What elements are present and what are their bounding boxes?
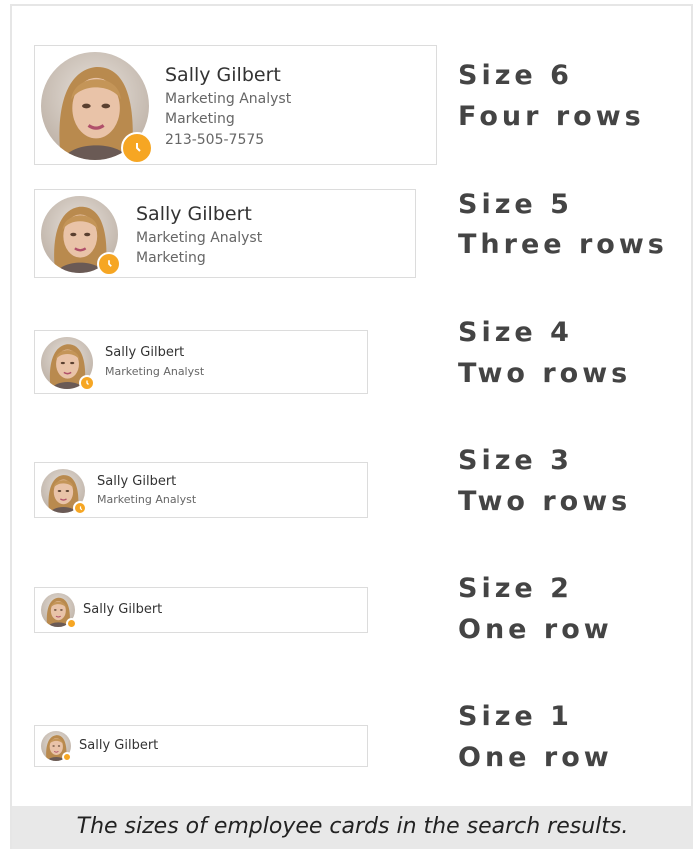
rows-label: Four rows (458, 101, 645, 132)
rows-label: One row (458, 614, 613, 645)
avatar (41, 731, 72, 762)
employee-name: Sally Gilbert (79, 738, 159, 753)
employee-title: Marketing Analyst (105, 365, 205, 378)
rows-label: Three rows (458, 229, 668, 260)
caption-bar: The sizes of employee cards in the searc… (12, 806, 693, 849)
presence-badge (73, 501, 87, 515)
employee-name: Sally Gilbert (83, 602, 163, 617)
employee-card-size-4[interactable]: Sally Gilbert Marketing Analyst (34, 330, 368, 394)
rows-label: One row (458, 742, 613, 773)
employee-name: Sally Gilbert (97, 474, 177, 489)
avatar (41, 337, 95, 391)
presence-badge (66, 618, 77, 629)
avatar (41, 52, 153, 164)
employee-department: Marketing (165, 111, 235, 127)
rows-label: Two rows (458, 486, 632, 517)
employee-department: Marketing (136, 250, 206, 266)
clock-icon (79, 505, 82, 510)
employee-card-size-1[interactable]: Sally Gilbert (34, 725, 368, 767)
avatar (41, 593, 77, 629)
rows-label: Two rows (458, 358, 632, 389)
employee-phone[interactable]: 213-505-7575 (165, 132, 264, 148)
size-label: Size 6 (458, 60, 573, 91)
size-label: Size 5 (458, 189, 573, 220)
size-label: Size 4 (458, 317, 573, 348)
avatar (41, 469, 87, 515)
presence-badge (62, 752, 72, 762)
employee-title: Marketing Analyst (136, 230, 263, 246)
employee-name: Sally Gilbert (136, 203, 252, 225)
employee-card-size-3[interactable]: Sally Gilbert Marketing Analyst (34, 462, 368, 518)
employee-title: Marketing Analyst (97, 493, 197, 506)
employee-title: Marketing Analyst (165, 91, 292, 107)
size-label: Size 1 (458, 701, 573, 732)
figure-caption: The sizes of employee cards in the searc… (76, 814, 629, 839)
size-label: Size 3 (458, 445, 573, 476)
employee-card-size-5[interactable]: Sally Gilbert Marketing Analyst Marketin… (34, 189, 416, 278)
avatar (41, 196, 121, 276)
employee-name: Sally Gilbert (105, 345, 185, 360)
clock-icon (86, 380, 89, 385)
presence-badge (121, 132, 153, 164)
presence-badge (79, 375, 95, 391)
size-label: Size 2 (458, 573, 573, 604)
presence-badge (97, 252, 121, 276)
employee-card-size-2[interactable]: Sally Gilbert (34, 587, 368, 633)
clock-icon (136, 143, 141, 152)
clock-icon (108, 260, 112, 267)
employee-card-size-6[interactable]: Sally Gilbert Marketing Analyst Marketin… (34, 45, 437, 165)
employee-name: Sally Gilbert (165, 64, 281, 86)
